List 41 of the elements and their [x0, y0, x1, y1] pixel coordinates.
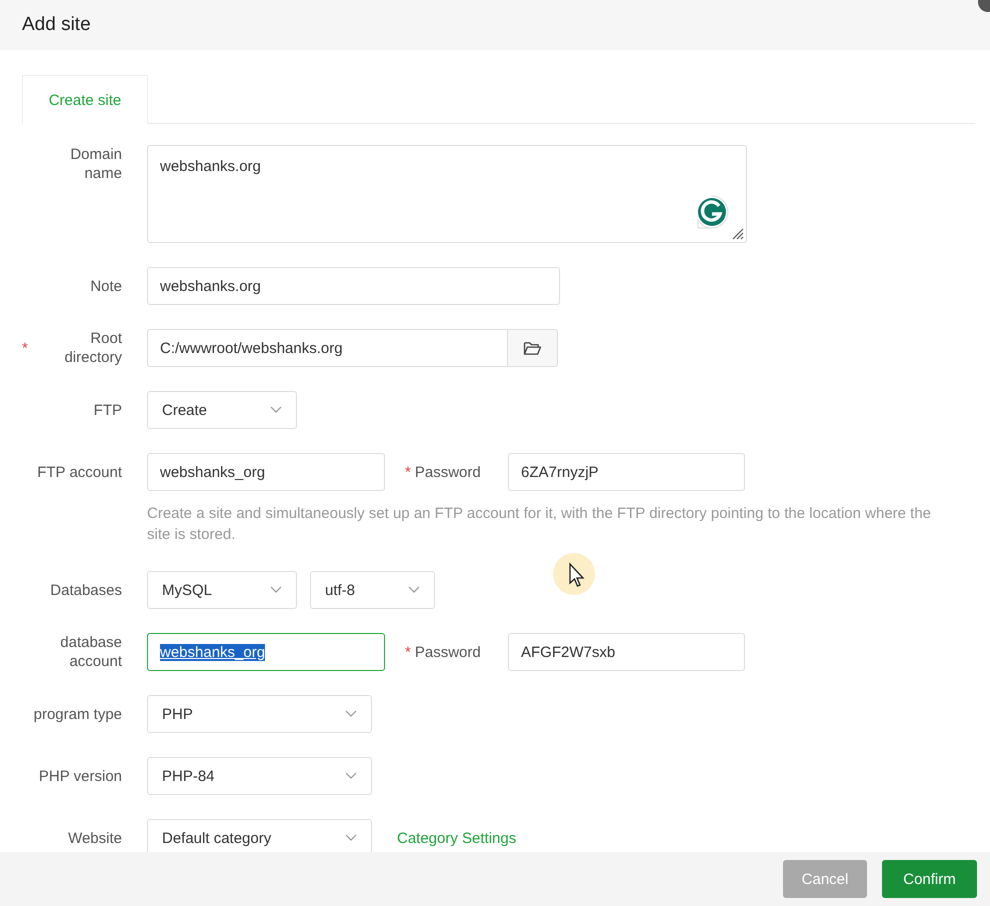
- select-field[interactable]: PHP: [147, 695, 372, 733]
- field-label: Databases: [50, 580, 122, 600]
- close-icon[interactable]: [976, 0, 990, 14]
- field-label: FTP account: [37, 462, 122, 482]
- chevron-down-icon: [345, 772, 357, 780]
- field-label: database account: [60, 633, 122, 671]
- text-field[interactable]: C:/wwwroot/webshanks.org: [147, 329, 508, 367]
- password-field[interactable]: AFGF2W7sxb: [508, 633, 745, 671]
- cursor-icon: [550, 550, 598, 598]
- field-label: Website: [68, 828, 122, 848]
- dialog-title: Add site: [22, 14, 91, 36]
- required-mark: *: [22, 340, 28, 356]
- required-mark: *: [405, 644, 411, 660]
- field-label: Password: [414, 642, 481, 662]
- select-field[interactable]: MySQL: [147, 571, 297, 609]
- field-label: PHP version: [38, 766, 122, 786]
- chevron-down-icon: [270, 406, 282, 414]
- help-text: Create a site and simultaneously set up an FTP account for it, with the FTP directory pointing to the location where the site is stored.: [147, 504, 932, 545]
- chevron-down-icon: [345, 834, 357, 842]
- chevron-down-icon: [408, 586, 420, 594]
- text-field[interactable]: webshanks_org: [147, 453, 385, 491]
- field-label: Password: [414, 462, 481, 482]
- text-area[interactable]: webshanks.org: [147, 145, 747, 243]
- text-field[interactable]: webshanks_org: [147, 633, 385, 671]
- field-label: Domain name: [70, 145, 122, 183]
- chevron-down-icon: [270, 586, 282, 594]
- folder-button[interactable]: [508, 329, 558, 367]
- confirm-button[interactable]: Confirm: [882, 860, 977, 898]
- required-mark: *: [405, 464, 411, 480]
- resize-handle-icon[interactable]: [732, 228, 744, 240]
- field-label: FTP: [94, 400, 122, 420]
- select-field[interactable]: PHP-84: [147, 757, 372, 795]
- password-field[interactable]: 6ZA7rnyzjP: [508, 453, 745, 491]
- folder-icon: [523, 340, 542, 356]
- select-field[interactable]: utf-8: [310, 571, 435, 609]
- chevron-down-icon: [345, 710, 357, 718]
- field-label: Note: [90, 276, 122, 296]
- field-label: Root directory: [64, 329, 122, 367]
- text-field[interactable]: webshanks.org: [147, 267, 560, 305]
- field-label: program type: [34, 704, 122, 724]
- select-field[interactable]: Create: [147, 391, 297, 429]
